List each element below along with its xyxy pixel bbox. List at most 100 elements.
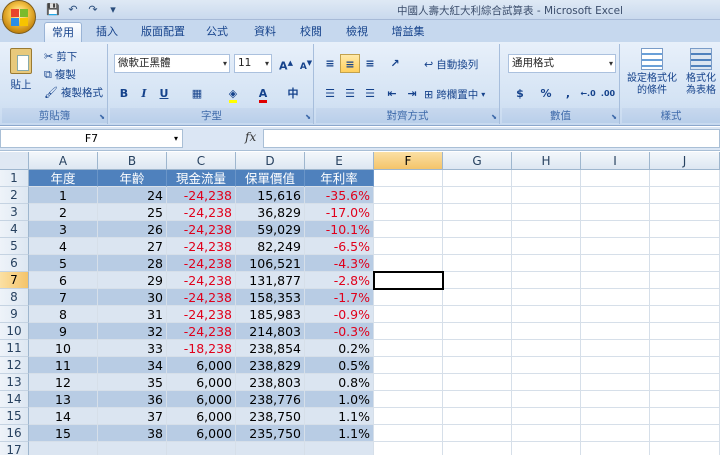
table-cell[interactable]: 38 [98, 425, 167, 442]
empty-cell[interactable] [512, 425, 581, 442]
empty-cell[interactable] [650, 187, 720, 204]
decrease-indent-button[interactable]: ⇤ [382, 84, 402, 103]
table-cell[interactable]: -24,238 [167, 255, 236, 272]
empty-cell[interactable] [581, 289, 650, 306]
table-cell[interactable]: 6,000 [167, 391, 236, 408]
empty-cell[interactable] [443, 272, 512, 289]
row-header-12[interactable]: 12 [0, 357, 29, 374]
align-left-button[interactable]: ☰ [320, 84, 340, 103]
empty-cell[interactable] [581, 323, 650, 340]
table-cell[interactable]: -24,238 [167, 187, 236, 204]
table-cell[interactable]: 238,829 [236, 357, 305, 374]
empty-cell[interactable] [581, 391, 650, 408]
empty-cell[interactable] [581, 187, 650, 204]
tab-insert[interactable]: 插入 [90, 22, 124, 42]
empty-cell[interactable] [443, 289, 512, 306]
empty-cell[interactable] [443, 340, 512, 357]
empty-cell[interactable] [581, 238, 650, 255]
align-middle-button[interactable]: ≡ [340, 54, 360, 73]
table-cell[interactable]: -0.3% [305, 323, 374, 340]
select-all-corner[interactable] [0, 152, 29, 170]
borders-button[interactable]: ▦ [184, 84, 210, 103]
table-cell[interactable]: 5 [29, 255, 98, 272]
empty-cell[interactable] [374, 323, 443, 340]
empty-cell[interactable] [443, 323, 512, 340]
table-cell[interactable]: -2.8% [305, 272, 374, 289]
table-cell[interactable]: 36,829 [236, 204, 305, 221]
empty-cell[interactable] [512, 238, 581, 255]
empty-cell[interactable] [581, 374, 650, 391]
tab-page-layout[interactable]: 版面配置 [134, 22, 192, 42]
row-header-13[interactable]: 13 [0, 374, 29, 391]
underline-button[interactable]: U [154, 84, 174, 103]
formula-input[interactable] [263, 129, 720, 148]
bold-button[interactable]: B [114, 84, 134, 103]
empty-cell[interactable] [236, 442, 305, 455]
currency-button[interactable]: $ [508, 84, 532, 103]
wrap-text-button[interactable]: ↩ 自動換列 [424, 57, 478, 72]
table-cell[interactable]: -1.7% [305, 289, 374, 306]
empty-cell[interactable] [374, 425, 443, 442]
table-cell[interactable]: 1.1% [305, 408, 374, 425]
empty-cell[interactable] [374, 408, 443, 425]
empty-cell[interactable] [581, 442, 650, 455]
empty-cell[interactable] [581, 340, 650, 357]
table-cell[interactable]: 0.2% [305, 340, 374, 357]
tab-formulas[interactable]: 公式 [200, 22, 234, 42]
merge-center-button[interactable]: ⊞ 跨欄置中 ▾ [424, 87, 485, 102]
empty-cell[interactable] [581, 221, 650, 238]
empty-cell[interactable] [512, 204, 581, 221]
table-cell[interactable]: 32 [98, 323, 167, 340]
table-cell[interactable]: 238,803 [236, 374, 305, 391]
empty-cell[interactable] [650, 357, 720, 374]
row-header-6[interactable]: 6 [0, 255, 29, 272]
empty-cell[interactable] [512, 323, 581, 340]
empty-cell[interactable] [443, 255, 512, 272]
table-cell[interactable]: 238,750 [236, 408, 305, 425]
column-header-a[interactable]: A [29, 152, 98, 170]
table-cell[interactable]: 33 [98, 340, 167, 357]
office-button[interactable] [2, 0, 36, 34]
empty-cell[interactable] [650, 374, 720, 391]
empty-cell[interactable] [581, 425, 650, 442]
table-cell[interactable]: 6,000 [167, 408, 236, 425]
empty-cell[interactable] [443, 238, 512, 255]
table-cell[interactable]: 235,750 [236, 425, 305, 442]
table-cell[interactable]: 59,029 [236, 221, 305, 238]
table-cell[interactable]: -24,238 [167, 323, 236, 340]
empty-cell[interactable] [512, 221, 581, 238]
conditional-format-button[interactable]: 設定格式化的條件 [626, 48, 678, 97]
empty-cell[interactable] [374, 374, 443, 391]
row-header-16[interactable]: 16 [0, 425, 29, 442]
table-cell[interactable]: -24,238 [167, 238, 236, 255]
empty-cell[interactable] [443, 187, 512, 204]
worksheet-grid[interactable]: A B C D E F G H I J 1 2 3 4 5 6 7 8 9 10 11 12 13 14 15 16 17 年度 年齡現… [0, 152, 720, 455]
empty-cell[interactable] [443, 425, 512, 442]
empty-cell[interactable] [581, 306, 650, 323]
table-cell[interactable]: -24,238 [167, 204, 236, 221]
empty-cell[interactable] [443, 170, 512, 187]
table-cell[interactable]: 34 [98, 357, 167, 374]
empty-cell[interactable] [650, 408, 720, 425]
dialog-launcher-icon[interactable]: ⬊ [611, 113, 617, 121]
column-header-f[interactable]: F [374, 152, 443, 170]
empty-cell[interactable] [443, 221, 512, 238]
empty-cell[interactable] [512, 289, 581, 306]
empty-cell[interactable] [581, 170, 650, 187]
empty-cell[interactable] [581, 204, 650, 221]
table-cell[interactable]: 1.0% [305, 391, 374, 408]
empty-cell[interactable] [374, 357, 443, 374]
tab-addins[interactable]: 增益集 [384, 22, 432, 42]
table-cell[interactable]: 27 [98, 238, 167, 255]
grow-font-button[interactable]: A▲ [276, 54, 296, 73]
number-format-select[interactable]: 通用格式 ▾ [508, 54, 616, 73]
empty-cell[interactable] [512, 442, 581, 455]
empty-cell[interactable] [650, 170, 720, 187]
table-cell[interactable]: 35 [98, 374, 167, 391]
tab-home[interactable]: 常用 [44, 22, 82, 42]
empty-cell[interactable] [650, 255, 720, 272]
table-cell[interactable]: 15 [29, 425, 98, 442]
table-cell[interactable]: 26 [98, 221, 167, 238]
copy-button[interactable]: ⧉ 複製 [44, 67, 76, 82]
row-header-11[interactable]: 11 [0, 340, 29, 357]
